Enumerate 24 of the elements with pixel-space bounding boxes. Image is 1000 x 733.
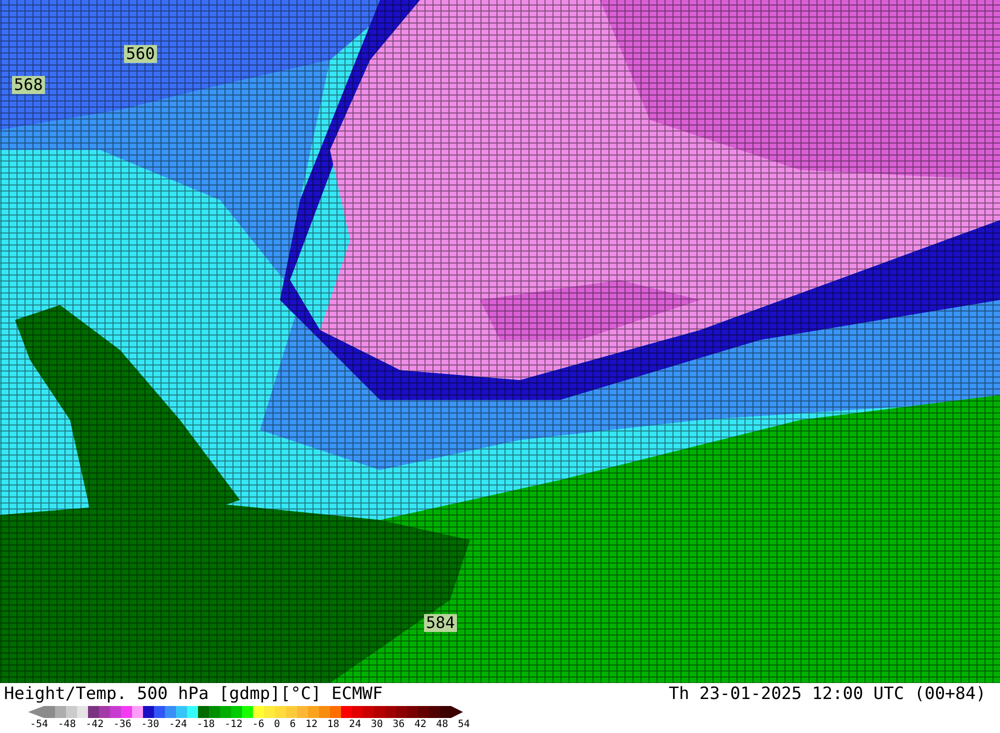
scale-tick-label: 0 — [274, 719, 280, 731]
scale-tick-label: 30 — [370, 719, 383, 731]
scale-tick-label: -54 — [30, 719, 48, 731]
scale-tick-label: 24 — [349, 719, 362, 731]
scale-tick-label: -6 — [252, 719, 264, 731]
scale-tick-label: 42 — [414, 719, 426, 731]
scale-tick-label: -30 — [141, 719, 160, 731]
scale-tick-label: 48 — [436, 719, 448, 731]
scale-tick-label: 6 — [290, 719, 296, 731]
scale-tick-label: -42 — [86, 719, 104, 731]
contour-label: 584 — [424, 614, 457, 632]
scale-tick-label: 12 — [306, 719, 318, 731]
scale-tick-label: 36 — [392, 719, 405, 731]
chart-title: Height/Temp. 500 hPa [gdmp][°C] ECMWF — [4, 683, 383, 705]
scale-tick-label: -12 — [224, 719, 243, 731]
scale-tick-label: 18 — [327, 719, 340, 731]
scale-tick-label: -18 — [196, 719, 215, 731]
scale-tick-label: -36 — [113, 719, 132, 731]
scale-tick-label: -24 — [168, 719, 187, 731]
scale-tick-label: 54 — [458, 719, 470, 731]
contour-label: 560 — [124, 45, 157, 63]
valid-time: Th 23-01-2025 12:00 UTC (00+84) — [668, 683, 986, 705]
contour-label: 568 — [12, 76, 45, 94]
scale-tick-label: -48 — [58, 719, 76, 731]
